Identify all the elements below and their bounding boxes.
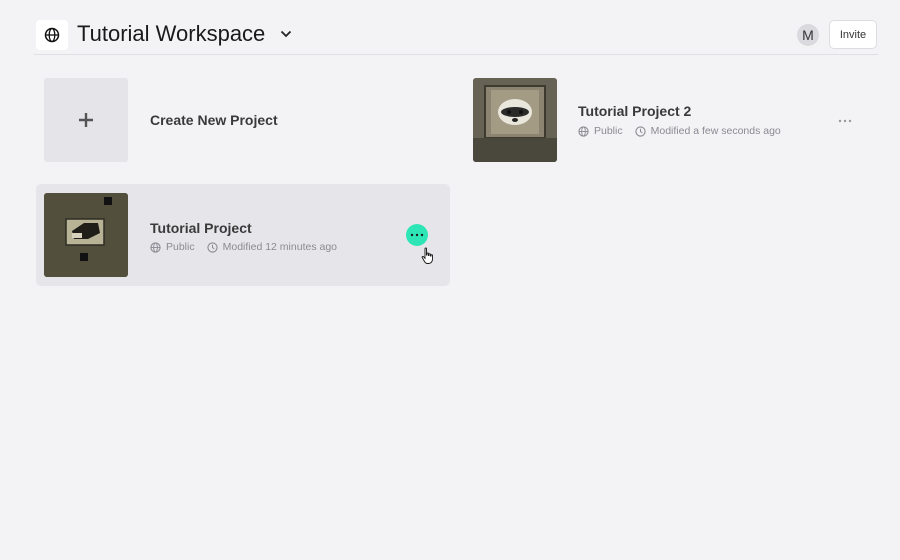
workspace-title[interactable]: Tutorial Workspace (77, 21, 265, 47)
more-horizontal-icon (410, 233, 424, 237)
modified-label: Modified 12 minutes ago (222, 241, 338, 253)
clock-icon (634, 125, 646, 137)
visibility-label: Public (166, 241, 195, 253)
more-options-button[interactable] (834, 110, 856, 132)
project-thumbnail (44, 193, 128, 277)
clock-icon (206, 241, 218, 253)
create-project-card[interactable]: Create New Project (36, 70, 450, 170)
project-card[interactable]: Tutorial Project 2 Public Modified a few… (465, 70, 879, 170)
plus-icon (79, 113, 93, 127)
project-card[interactable]: Tutorial Project Public Modified 12 minu… (36, 184, 450, 286)
project-meta: Public Modified 12 minutes ago (150, 241, 337, 253)
create-project-thumbnail[interactable] (44, 78, 128, 162)
create-project-label[interactable]: Create New Project (150, 112, 278, 128)
globe-icon (150, 241, 161, 253)
project-thumbnail (473, 78, 557, 162)
project-title[interactable]: Tutorial Project 2 (578, 103, 691, 119)
user-avatar[interactable]: M (797, 24, 819, 46)
globe-icon (578, 125, 589, 137)
project-meta: Public Modified a few seconds ago (578, 125, 781, 137)
chevron-down-icon[interactable] (278, 26, 294, 42)
modified-label: Modified a few seconds ago (650, 125, 781, 137)
invite-button[interactable]: Invite (829, 20, 877, 49)
workspace-header: Tutorial Workspace M Invite (34, 16, 878, 55)
more-horizontal-icon (838, 119, 852, 123)
project-title[interactable]: Tutorial Project (150, 220, 252, 236)
globe-icon[interactable] (36, 20, 68, 50)
visibility-label: Public (594, 125, 623, 137)
more-options-button[interactable] (406, 224, 428, 246)
pointer-cursor-icon (421, 247, 435, 265)
